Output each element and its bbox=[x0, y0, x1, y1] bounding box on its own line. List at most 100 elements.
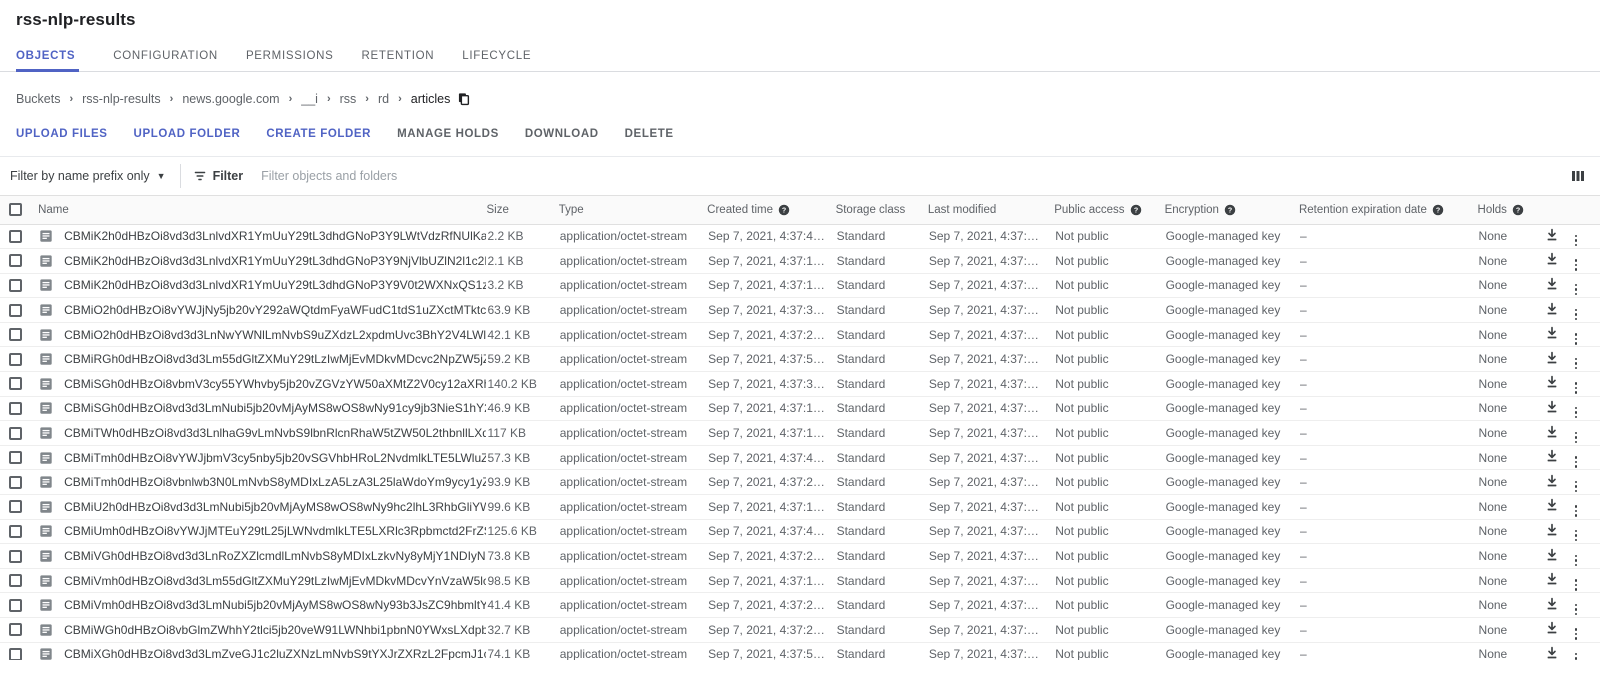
tab-configuration[interactable]: CONFIGURATION bbox=[99, 50, 232, 71]
table-row[interactable]: CBMiVmh0dHBzOi8vd3d3Lm55dGltZXMuY29tLzIw… bbox=[0, 568, 1600, 594]
more-options-icon[interactable] bbox=[1574, 603, 1578, 616]
row-checkbox[interactable] bbox=[9, 524, 22, 538]
column-header-storage-class[interactable]: Storage class bbox=[835, 196, 928, 225]
download-icon[interactable] bbox=[1545, 228, 1559, 242]
download-icon[interactable] bbox=[1545, 252, 1559, 266]
object-name-link[interactable]: CBMiUmh0dHBzOi8vYWJjMTEuY29tL25jLWNvdmlk… bbox=[64, 524, 485, 538]
object-name-link[interactable]: CBMiO2h0dHBzOi8vd3d3LnNwYWNlLmNvbS9uZXdz… bbox=[64, 328, 485, 342]
download-icon[interactable] bbox=[1545, 375, 1559, 389]
more-options-icon[interactable] bbox=[1574, 480, 1578, 493]
breadcrumb-item-3[interactable]: __i bbox=[301, 92, 318, 106]
table-row[interactable]: CBMiSGh0dHBzOi8vd3d3LmNubi5jb20vMjAyMS8w… bbox=[0, 396, 1600, 422]
table-row[interactable]: CBMiO2h0dHBzOi8vYWJjNy5jb20vY292aWQtdmFy… bbox=[0, 297, 1600, 323]
object-name-link[interactable]: CBMiO2h0dHBzOi8vYWJjNy5jb20vY292aWQtdmFy… bbox=[64, 303, 485, 317]
help-icon[interactable]: ? bbox=[1224, 204, 1236, 216]
more-options-icon[interactable] bbox=[1574, 357, 1578, 370]
column-header-retention[interactable]: Retention expiration date? bbox=[1298, 196, 1478, 225]
help-icon[interactable]: ? bbox=[1512, 204, 1524, 216]
object-name-link[interactable]: CBMiK2h0dHBzOi8vd3d3LnlvdXR1YmUuY29tL3dh… bbox=[64, 278, 485, 292]
table-row[interactable]: CBMiTWh0dHBzOi8vd3d3LnlhaG9vLmNvbS9lbnRl… bbox=[0, 420, 1600, 446]
breadcrumb-item-1[interactable]: rss-nlp-results bbox=[82, 92, 161, 106]
table-row[interactable]: CBMiXGh0dHBzOi8vd3d3LmZveGJ1c2luZXNzLmNv… bbox=[0, 642, 1600, 660]
object-name-link[interactable]: CBMiVGh0dHBzOi8vd3d3LnRoZXZlcmdlLmNvbS8y… bbox=[64, 549, 485, 563]
filter-button[interactable]: Filter bbox=[193, 169, 243, 183]
objects-table-container[interactable]: Name Size Type Created time? Storage class La… bbox=[0, 196, 1600, 660]
download-icon[interactable] bbox=[1545, 277, 1559, 291]
row-checkbox[interactable] bbox=[9, 475, 22, 489]
more-options-icon[interactable] bbox=[1574, 652, 1578, 660]
row-checkbox[interactable] bbox=[9, 229, 22, 243]
download-icon[interactable] bbox=[1545, 523, 1559, 537]
object-name-link[interactable]: CBMiVmh0dHBzOi8vd3d3LmNubi5jb20vMjAyMS8w… bbox=[64, 598, 485, 612]
download-icon[interactable] bbox=[1545, 621, 1559, 635]
more-options-icon[interactable] bbox=[1574, 505, 1578, 517]
table-row[interactable]: CBMiTmh0dHBzOi8vbnlwb3N0LmNvbS8yMDIxLzA5… bbox=[0, 469, 1600, 496]
action-upload-files[interactable]: UPLOAD FILES bbox=[16, 128, 108, 140]
table-row[interactable]: CBMiK2h0dHBzOi8vd3d3LnlvdXR1YmUuY29tL3dh… bbox=[0, 224, 1600, 250]
row-checkbox[interactable] bbox=[9, 254, 22, 268]
table-row[interactable]: CBMiK2h0dHBzOi8vd3d3LnlvdXR1YmUuY29tL3dh… bbox=[0, 248, 1600, 274]
columns-icon[interactable] bbox=[1570, 168, 1586, 184]
action-delete[interactable]: DELETE bbox=[625, 128, 674, 140]
table-row[interactable]: CBMiTmh0dHBzOi8vYWJjbmV3cy5nby5jb20vSGVh… bbox=[0, 445, 1600, 471]
object-name-link[interactable]: CBMiXGh0dHBzOi8vd3d3LmZveGJ1c2luZXNzLmNv… bbox=[64, 647, 485, 660]
more-options-icon[interactable] bbox=[1574, 283, 1578, 296]
action-download[interactable]: DOWNLOAD bbox=[525, 128, 599, 140]
object-name-link[interactable]: CBMiTmh0dHBzOi8vYWJjbmV3cy5nby5jb20vSGVh… bbox=[64, 451, 485, 465]
row-checkbox[interactable] bbox=[9, 278, 22, 292]
row-checkbox[interactable] bbox=[9, 623, 22, 637]
more-options-icon[interactable] bbox=[1574, 259, 1578, 271]
object-name-link[interactable]: CBMiRGh0dHBzOi8vd3d3Lm55dGltZXMuY29tLzIw… bbox=[64, 352, 485, 366]
filter-prefix-mode-select[interactable]: Filter by name prefix only ▼ bbox=[10, 169, 178, 183]
table-row[interactable]: CBMiK2h0dHBzOi8vd3d3LnlvdXR1YmUuY29tL3dh… bbox=[0, 273, 1600, 299]
table-row[interactable]: CBMiVmh0dHBzOi8vd3d3LmNubi5jb20vMjAyMS8w… bbox=[0, 592, 1600, 618]
more-options-icon[interactable] bbox=[1574, 628, 1578, 640]
breadcrumb-item-5[interactable]: rd bbox=[378, 92, 389, 106]
action-upload-folder[interactable]: UPLOAD FOLDER bbox=[134, 128, 241, 140]
help-icon[interactable]: ? bbox=[778, 204, 790, 216]
download-icon[interactable] bbox=[1545, 597, 1559, 611]
more-options-icon[interactable] bbox=[1574, 579, 1578, 591]
object-name-link[interactable]: CBMiTmh0dHBzOi8vbnlwb3N0LmNvbS8yMDIxLzA5… bbox=[64, 475, 485, 489]
row-checkbox[interactable] bbox=[9, 451, 22, 465]
column-header-name[interactable]: Name bbox=[38, 196, 487, 225]
more-options-icon[interactable] bbox=[1574, 456, 1578, 468]
download-icon[interactable] bbox=[1545, 302, 1559, 316]
column-header-holds[interactable]: Holds? bbox=[1477, 196, 1544, 225]
tab-lifecycle[interactable]: LIFECYCLE bbox=[448, 50, 545, 71]
column-header-type[interactable]: Type bbox=[558, 196, 708, 225]
download-icon[interactable] bbox=[1545, 548, 1559, 562]
tab-objects[interactable]: OBJECTS bbox=[16, 50, 89, 72]
help-icon[interactable]: ? bbox=[1130, 204, 1142, 216]
breadcrumb-item-0[interactable]: Buckets bbox=[16, 92, 60, 106]
row-checkbox[interactable] bbox=[9, 303, 22, 317]
download-icon[interactable] bbox=[1545, 474, 1559, 488]
download-icon[interactable] bbox=[1545, 572, 1559, 586]
tab-permissions[interactable]: PERMISSIONS bbox=[232, 50, 348, 71]
row-checkbox[interactable] bbox=[9, 574, 22, 588]
row-checkbox[interactable] bbox=[9, 401, 22, 415]
table-row[interactable]: CBMiU2h0dHBzOi8vd3d3LmNubi5jb20vMjAyMS8w… bbox=[0, 494, 1600, 520]
table-row[interactable]: CBMiRGh0dHBzOi8vd3d3Lm55dGltZXMuY29tLzIw… bbox=[0, 346, 1600, 373]
object-name-link[interactable]: CBMiK2h0dHBzOi8vd3d3LnlvdXR1YmUuY29tL3dh… bbox=[64, 254, 485, 268]
row-checkbox[interactable] bbox=[9, 549, 22, 563]
breadcrumb-item-2[interactable]: news.google.com bbox=[182, 92, 279, 106]
download-icon[interactable] bbox=[1545, 351, 1559, 365]
more-options-icon[interactable] bbox=[1574, 382, 1578, 394]
column-header-created[interactable]: Created time? bbox=[707, 196, 836, 225]
breadcrumb-item-4[interactable]: rss bbox=[340, 92, 357, 106]
column-header-encryption[interactable]: Encryption? bbox=[1164, 196, 1299, 225]
row-checkbox[interactable] bbox=[9, 377, 22, 391]
column-header-public-access[interactable]: Public access? bbox=[1054, 196, 1165, 225]
download-icon[interactable] bbox=[1545, 646, 1559, 660]
tab-retention[interactable]: RETENTION bbox=[348, 50, 449, 71]
more-options-icon[interactable] bbox=[1574, 333, 1578, 345]
table-row[interactable]: CBMiUmh0dHBzOi8vYWJjMTEuY29tL25jLWNvdmlk… bbox=[0, 519, 1600, 545]
more-options-icon[interactable] bbox=[1574, 431, 1578, 444]
more-options-icon[interactable] bbox=[1574, 554, 1578, 567]
action-create-folder[interactable]: CREATE FOLDER bbox=[266, 128, 371, 140]
more-options-icon[interactable] bbox=[1574, 308, 1578, 321]
object-name-link[interactable]: CBMiSGh0dHBzOi8vd3d3LmNubi5jb20vMjAyMS8w… bbox=[64, 401, 485, 415]
more-options-icon[interactable] bbox=[1574, 234, 1578, 247]
row-checkbox[interactable] bbox=[9, 426, 22, 440]
